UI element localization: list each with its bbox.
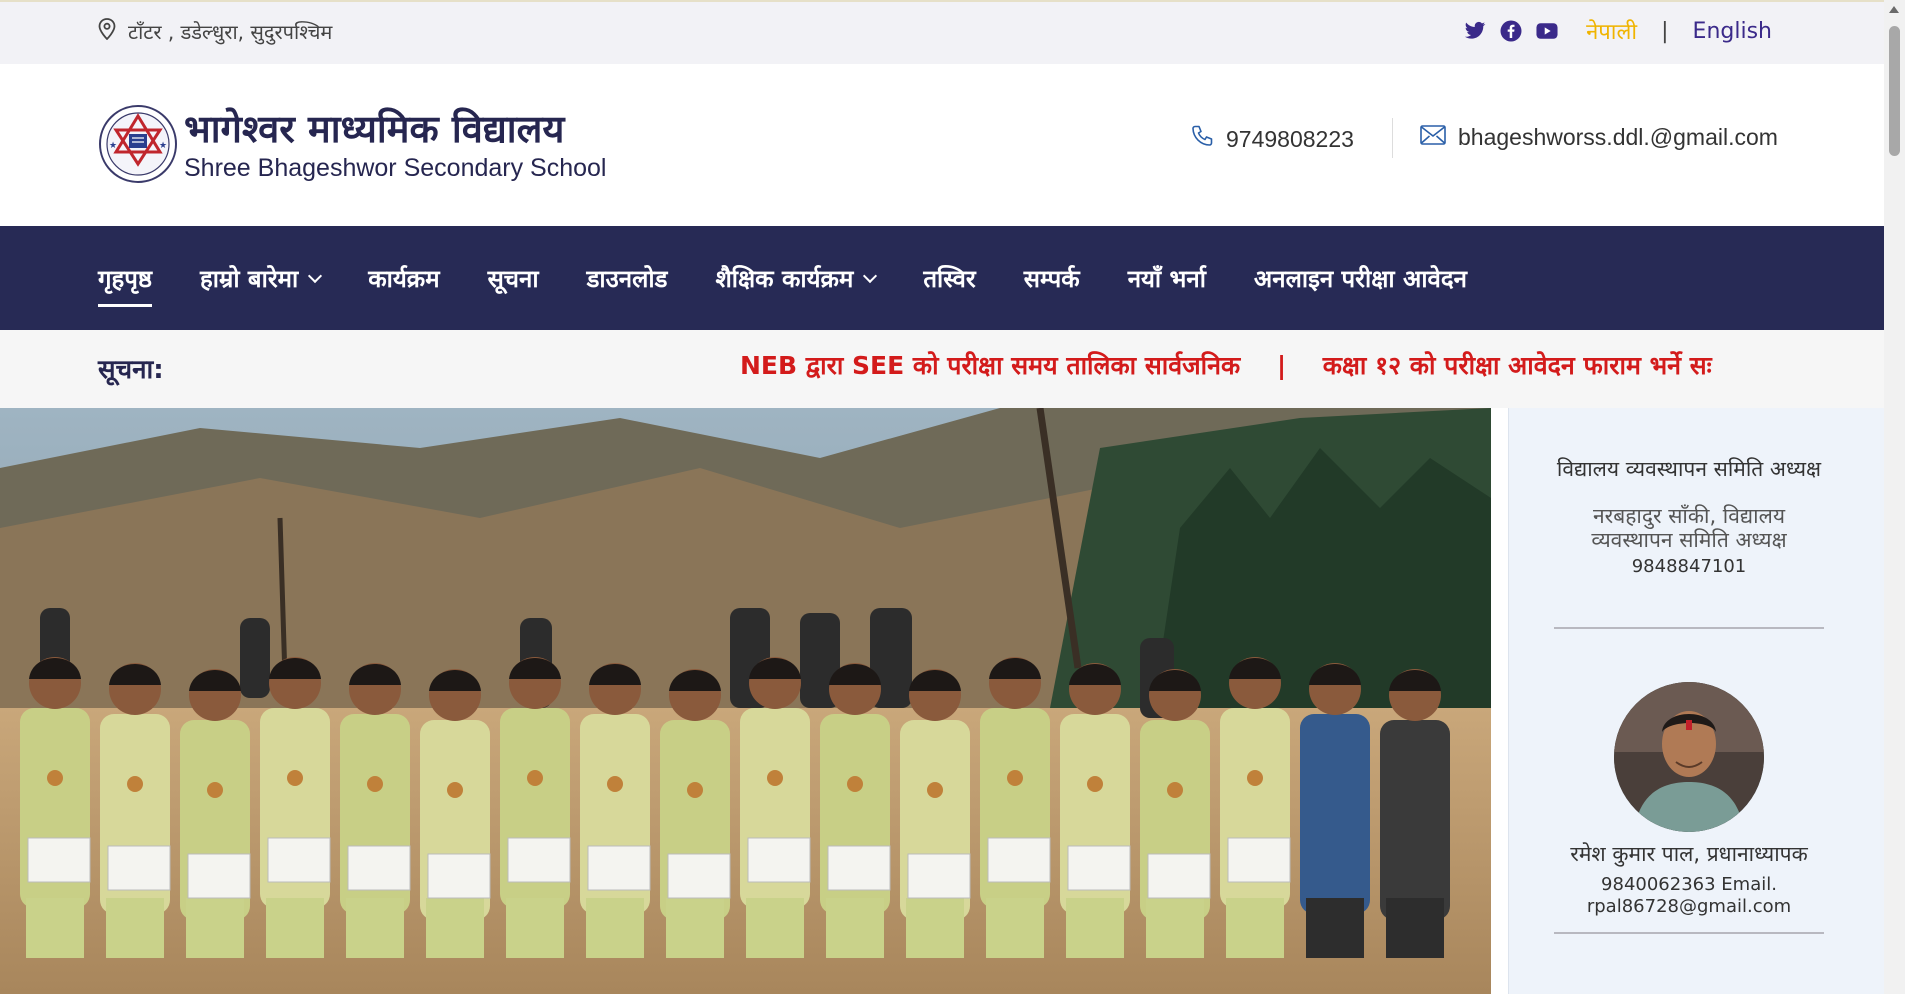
nav-item-label: हाम्रो बारेमा — [200, 265, 299, 293]
nav-item-label: नयाँ भर्ना — [1127, 265, 1206, 293]
nav-item[interactable]: हाम्रो बारेमा — [200, 262, 323, 303]
phone-contact[interactable]: 9749808223 — [1190, 124, 1354, 154]
official-card: विद्यालय व्यवस्थापन समिति अध्यक्ष नरबहाद… — [1554, 452, 1824, 578]
notice-item[interactable]: NEB द्वारा SEE को परीक्षा समय तालिका सार… — [740, 351, 1240, 380]
principal-photo — [1614, 682, 1764, 832]
nav-item-label: डाउनलोड — [586, 265, 668, 293]
sidebar-officials: विद्यालय व्यवस्थापन समिति अध्यक्ष नरबहाद… — [1508, 408, 1884, 994]
nav-item[interactable]: सम्पर्क — [1024, 262, 1080, 303]
nav-item[interactable]: तस्विर — [923, 262, 975, 303]
notice-bar: सूचना: NEB द्वारा SEE को परीक्षा समय ताल… — [0, 330, 1884, 408]
youtube-icon[interactable] — [1536, 20, 1558, 42]
chairperson-phone: 9848847101 — [1631, 556, 1747, 577]
lang-nepali-link[interactable]: नेपाली — [1586, 16, 1637, 46]
notice-ticker[interactable]: NEB द्वारा SEE को परीक्षा समय तालिका सार… — [740, 348, 1772, 388]
page-scrollbar[interactable] — [1884, 0, 1905, 994]
map-pin-icon — [98, 18, 116, 45]
mail-icon — [1420, 124, 1446, 151]
nav-item-label: शैक्षिक कार्यक्रम — [715, 265, 854, 293]
nav-item-label: अनलाइन परीक्षा आवेदन — [1253, 265, 1467, 293]
email-contact[interactable]: bhageshworss.ddl.@gmail.com — [1420, 124, 1778, 151]
lang-english-link[interactable]: English — [1693, 19, 1772, 44]
nav-item-label: कार्यक्रम — [368, 265, 440, 293]
lang-separator: | — [1661, 18, 1669, 44]
nav-item-label: तस्विर — [923, 265, 976, 293]
nav-item[interactable]: सूचना — [488, 262, 539, 303]
school-logo[interactable]: ★ ★ — [98, 100, 178, 188]
twitter-icon[interactable] — [1464, 20, 1486, 42]
nav-item-label: सम्पर्क — [1023, 265, 1080, 293]
location: टाँटर , डडेल्धुरा, सुदुरपश्चिम — [98, 18, 332, 45]
scroll-up-arrow[interactable] — [1889, 6, 1899, 13]
nav-item[interactable]: गृहपृष्ठ — [98, 262, 153, 307]
top-bar: टाँटर , डडेल्धुरा, सुदुरपश्चिम नेपाली | … — [0, 0, 1884, 64]
nav-item[interactable]: नयाँ भर्ना — [1128, 262, 1206, 303]
school-name-english[interactable]: Shree Bhageshwor Secondary School — [184, 154, 607, 183]
location-text: टाँटर , डडेल्धुरा, सुदुरपश्चिम — [128, 20, 333, 44]
nav-item[interactable]: कार्यक्रम — [368, 262, 439, 303]
chairperson-name: नरबहादुर साँकी, विद्यालय व्यवस्थापन समित… — [1591, 504, 1787, 552]
hero-slide-image[interactable] — [0, 408, 1491, 994]
svg-text:★: ★ — [159, 141, 167, 151]
chevron-down-icon — [863, 268, 878, 283]
notice-label: सूचना: — [98, 355, 164, 385]
official-card: रमेश कुमार पाल, प्रधानाध्यापक 9840062363… — [1554, 842, 1824, 918]
principal-name: रमेश कुमार पाल, प्रधानाध्यापक — [1570, 842, 1808, 866]
school-name-nepali[interactable]: भागेश्वर माध्यमिक विद्यालय — [184, 102, 564, 154]
contact-divider — [1392, 118, 1393, 158]
main-nav: गृहपृष्ठ हाम्रो बारेमा कार्यक्रम सूचना डाउनल… — [0, 226, 1884, 330]
svg-text:★: ★ — [109, 141, 117, 151]
notice-separator: | — [1276, 351, 1287, 380]
scrollbar-thumb[interactable] — [1889, 26, 1900, 156]
nav-item[interactable]: डाउनलोड — [587, 262, 668, 303]
notice-item[interactable]: कक्षा १२ को परीक्षा आवेदन फाराम भर्ने सः — [1323, 351, 1712, 380]
nav-item[interactable]: शैक्षिक कार्यक्रम — [715, 262, 878, 303]
email-address[interactable]: bhageshworss.ddl.@gmail.com — [1458, 124, 1778, 151]
site-header: ★ ★ भागेश्वर माध्यमिक विद्यालय Shree Bha… — [0, 64, 1884, 226]
nav-item-label: सूचना — [487, 265, 539, 293]
phone-icon — [1190, 124, 1214, 154]
chevron-down-icon — [308, 268, 323, 283]
divider — [1554, 627, 1824, 629]
principal-contact: 9840062363 Email. rpal86728@gmail.com — [1586, 874, 1792, 917]
nav-item-label: गृहपृष्ठ — [98, 265, 153, 293]
phone-number[interactable]: 9749808223 — [1226, 126, 1354, 153]
facebook-icon[interactable] — [1500, 20, 1522, 42]
nav-item[interactable]: अनलाइन परीक्षा आवेदन — [1254, 262, 1467, 303]
chairperson-photo: विद्यालय व्यवस्थापन समिति अध्यक्ष — [1556, 457, 1822, 481]
divider — [1554, 932, 1824, 934]
